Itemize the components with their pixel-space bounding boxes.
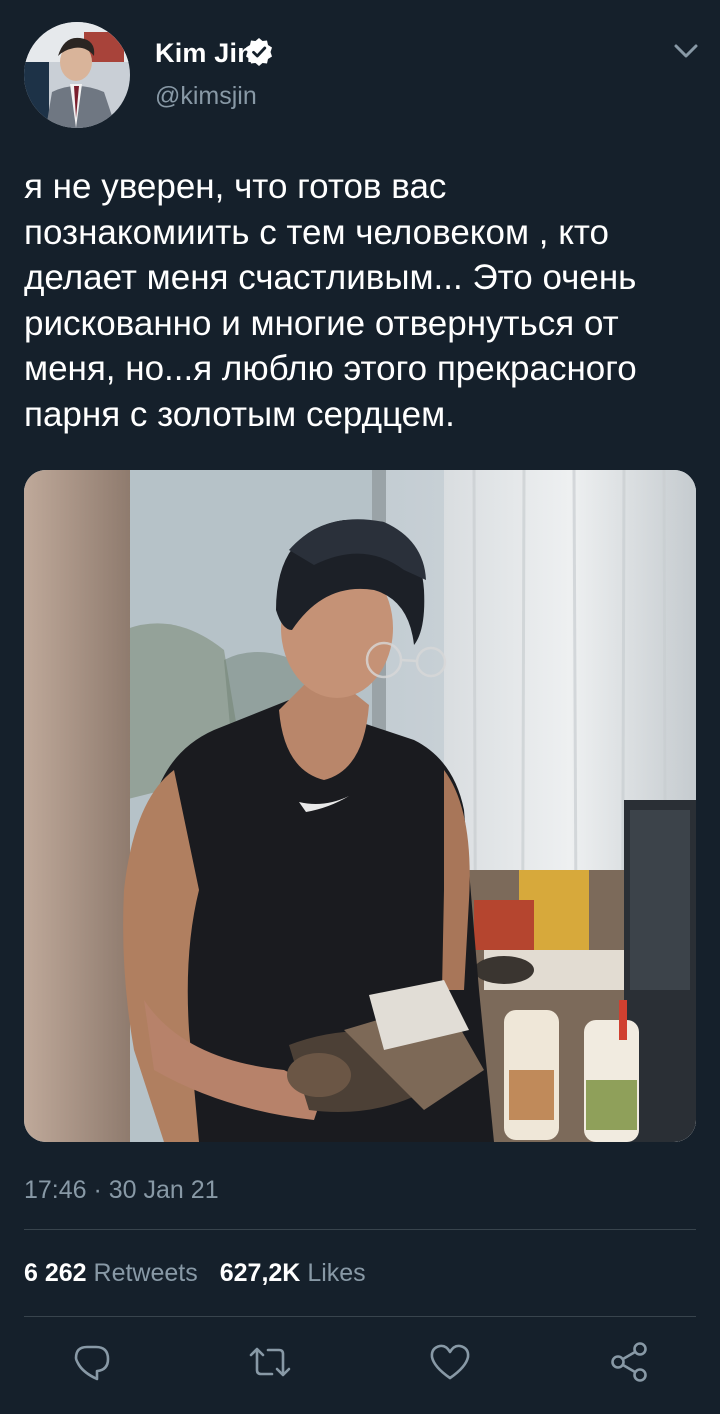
tweet-detail: Kim Jin @kimsjin я не уверен, что готов … (0, 0, 720, 1414)
tweet-text-line: познакомиить с тем человеком , кто (24, 212, 610, 252)
divider (24, 1316, 696, 1317)
tweet-text-line: меня, но...я люблю этого прекрасного (24, 349, 637, 388)
share-button[interactable] (607, 1340, 651, 1384)
heart-icon (430, 1344, 470, 1380)
retweet-icon (249, 1347, 291, 1377)
divider (24, 1229, 696, 1230)
likes-label: Likes (307, 1259, 366, 1287)
reply-icon (74, 1345, 110, 1381)
retweets-label: Retweets (93, 1259, 198, 1287)
avatar[interactable] (24, 22, 130, 128)
retweets-count: 6 262 (24, 1259, 87, 1287)
tweet-stats: 6 262 Retweets 627,2K Likes (24, 1259, 366, 1288)
avatar-photo (24, 22, 130, 128)
likes-count: 627,2K (219, 1259, 301, 1287)
tweet-media-photo[interactable] (24, 470, 696, 1142)
handle[interactable]: @kimsjin (155, 82, 257, 111)
tweet-actions (0, 1340, 720, 1388)
tweet-timestamp[interactable]: 17:46 · 30 Jan 21 (24, 1176, 219, 1205)
display-name[interactable]: Kim Jin (155, 38, 254, 69)
photo-image (24, 470, 696, 1142)
share-icon (611, 1342, 647, 1382)
tweet-text-line: рискованно и многие отвернуться от (24, 303, 619, 343)
chevron-down-icon[interactable] (672, 40, 700, 62)
likes-stat[interactable]: 627,2K Likes (220, 1259, 366, 1287)
tweet-text-line: парня с золотым сердцем. (24, 394, 455, 434)
tweet-text: я не уверен, что готов вас познакомиить … (24, 164, 696, 437)
tweet-text-line: я не уверен, что готов вас (24, 167, 447, 206)
tweet-text-line: делает меня счастливым... Это очень (24, 258, 637, 297)
verified-badge-icon (246, 38, 272, 66)
like-button[interactable] (428, 1340, 472, 1384)
retweet-button[interactable] (248, 1340, 292, 1384)
retweets-stat[interactable]: 6 262 Retweets (24, 1259, 198, 1287)
reply-button[interactable] (70, 1340, 114, 1384)
